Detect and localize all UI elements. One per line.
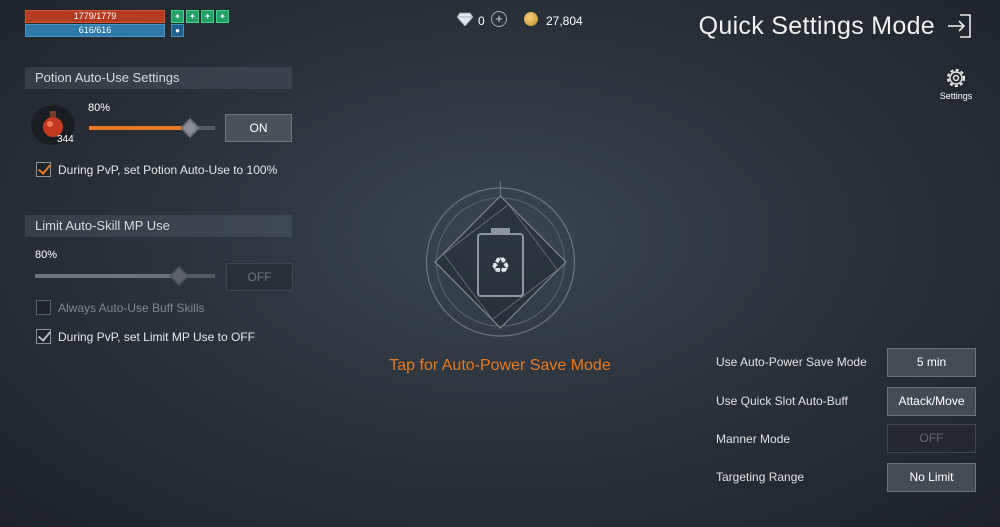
mp-slider-handle[interactable] (169, 266, 189, 286)
gear-icon (946, 68, 966, 88)
mp-toggle-button[interactable]: OFF (226, 263, 293, 291)
potion-percent: 80% (88, 102, 111, 114)
manner-mode-button[interactable]: OFF (887, 424, 976, 453)
settings-button[interactable]: Settings (933, 66, 979, 101)
hp-bar: 1779/1779 (25, 10, 165, 23)
potion-count: 344 (57, 134, 74, 145)
mp-percent: 80% (35, 249, 58, 261)
power-save-button[interactable]: ♻ (423, 182, 578, 337)
buff-icons: ✦ ✦ ✦ ✦ (171, 10, 229, 23)
gold-count: 27,804 (546, 14, 583, 28)
page-title: Quick Settings Mode (698, 12, 935, 40)
mp-section-title: Limit Auto-Skill MP Use (25, 215, 292, 237)
potion-slider-handle[interactable] (179, 118, 200, 138)
targeting-range-button[interactable]: No Limit (887, 463, 976, 492)
option-label: Use Auto-Power Save Mode (716, 355, 867, 369)
gem-count: 0 (478, 14, 485, 28)
power-save-label[interactable]: Tap for Auto-Power Save Mode (330, 357, 670, 375)
exit-icon[interactable] (946, 13, 972, 39)
gold-coin-icon (524, 12, 538, 26)
option-label: Manner Mode (716, 432, 791, 446)
potion-toggle-button[interactable]: ON (225, 114, 292, 142)
potion-pvp-label: During PvP, set Potion Auto-Use to 100% (58, 162, 278, 177)
potion-slider-fill (89, 126, 190, 130)
buff-skill-label: Always Auto-Use Buff Skills (58, 300, 205, 315)
buff-icon: ✦ (171, 10, 184, 23)
svg-text:♻: ♻ (491, 254, 511, 279)
paw-icon: ● (171, 24, 184, 37)
mp-pvp-option[interactable]: During PvP, set Limit MP Use to OFF (36, 329, 255, 344)
potion-pvp-checkbox[interactable] (36, 162, 51, 177)
mp-pvp-label: During PvP, set Limit MP Use to OFF (58, 329, 255, 344)
gem-icon (457, 12, 473, 26)
buff-skill-option[interactable]: Always Auto-Use Buff Skills (36, 300, 205, 315)
add-gem-button[interactable]: + (491, 11, 507, 27)
mp-bar: 616/616 (25, 24, 165, 37)
settings-label: Settings (939, 91, 973, 101)
quick-slot-buff-button[interactable]: Attack/Move (887, 387, 976, 416)
mp-pvp-checkbox[interactable] (36, 329, 51, 344)
buff-icon: ✦ (216, 10, 229, 23)
option-label: Targeting Range (716, 470, 805, 484)
option-label: Use Quick Slot Auto-Buff (716, 394, 848, 408)
buff-skill-checkbox[interactable] (36, 300, 51, 315)
potion-pvp-option[interactable]: During PvP, set Potion Auto-Use to 100% (36, 162, 277, 177)
potion-section-title: Potion Auto-Use Settings (25, 67, 292, 89)
mp-slider-fill (35, 274, 179, 278)
auto-power-save-button[interactable]: 5 min (887, 348, 976, 377)
buff-icon: ✦ (186, 10, 199, 23)
buff-icon: ✦ (201, 10, 214, 23)
